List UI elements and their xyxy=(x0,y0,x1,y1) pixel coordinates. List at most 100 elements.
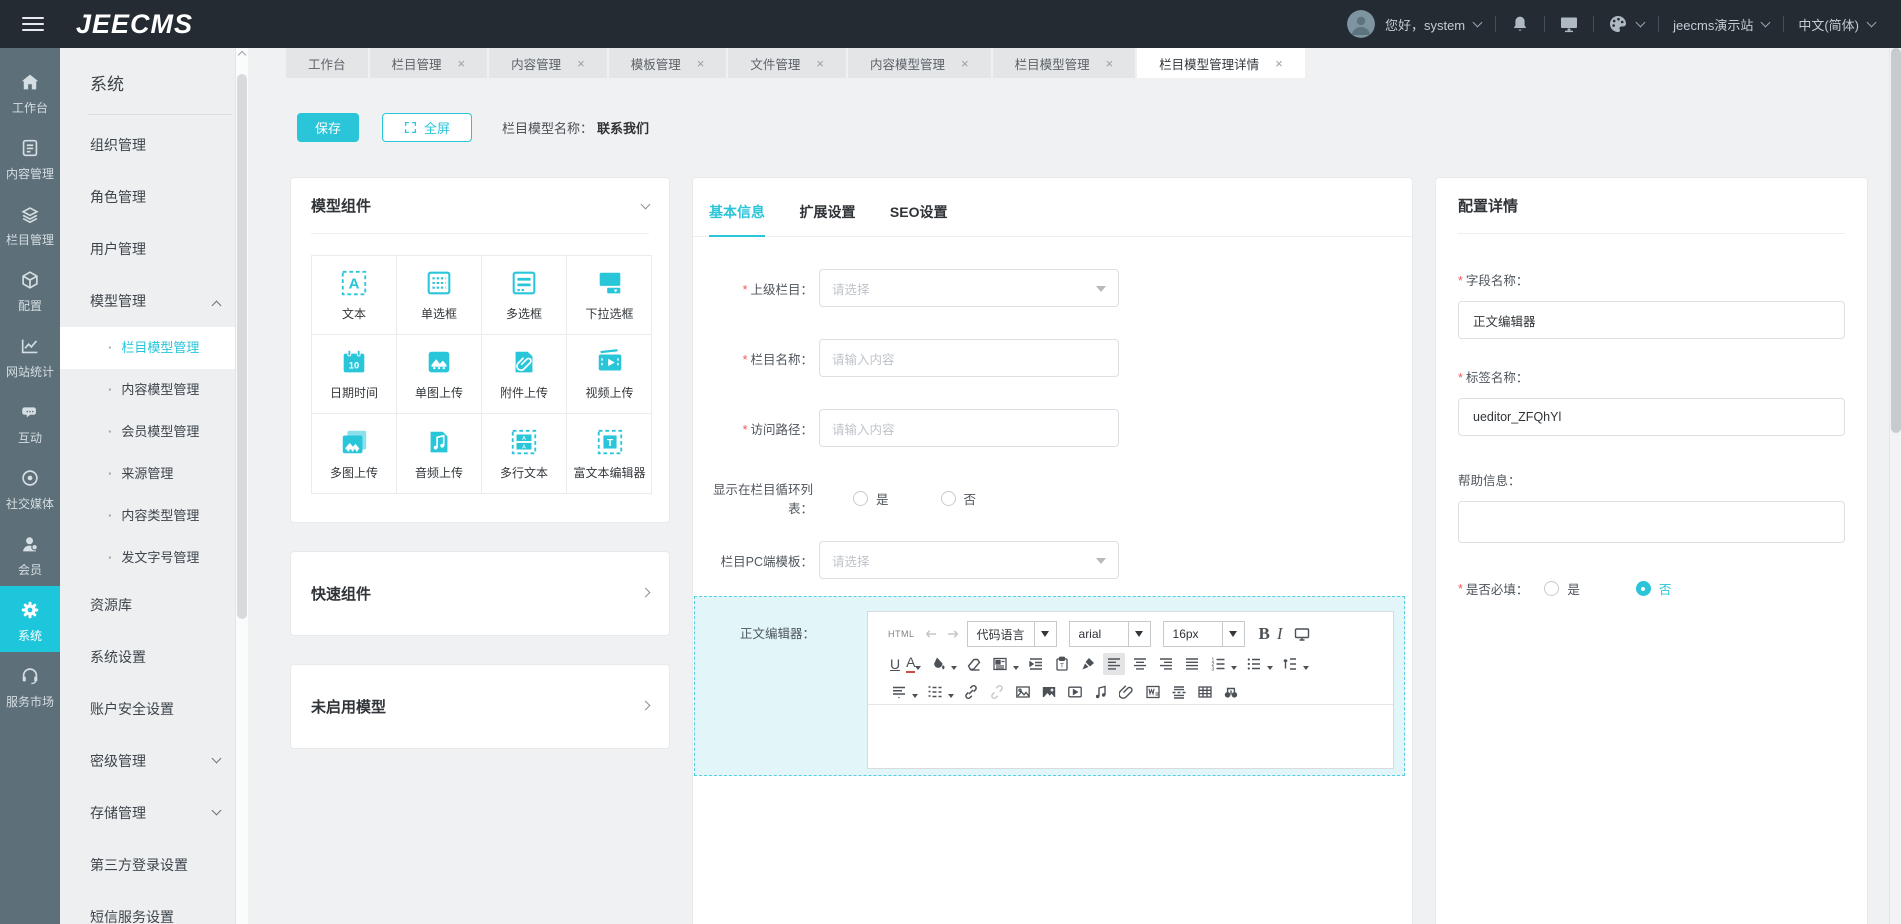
sidebar-item-content-model-mgmt[interactable]: ·内容模型管理 xyxy=(60,369,248,411)
scrollbar-thumb[interactable] xyxy=(1891,48,1901,433)
close-icon[interactable]: × xyxy=(577,57,585,70)
notifications-button[interactable] xyxy=(1510,14,1530,34)
document-layout-button[interactable] xyxy=(989,653,1011,675)
rail-item-service-market[interactable]: 服务市场 xyxy=(0,652,60,718)
sidebar-item-resource-library[interactable]: 资源库 xyxy=(60,579,248,631)
underline-button[interactable]: U xyxy=(890,656,900,672)
access-path-input[interactable]: 请输入内容 xyxy=(819,409,1119,447)
align-left-button[interactable] xyxy=(1103,653,1125,675)
insert-image-button[interactable] xyxy=(1012,681,1034,703)
sidebar-item-storage-mgmt[interactable]: 存储管理 xyxy=(60,787,248,839)
close-icon[interactable]: × xyxy=(961,57,969,70)
tag-name-input[interactable]: ueditor_ZFQhYl xyxy=(1458,398,1845,436)
rail-item-system[interactable]: 系统 xyxy=(0,586,60,652)
align-center-button[interactable] xyxy=(1129,653,1151,675)
component-audio-upload[interactable]: 音频上传 xyxy=(397,414,482,493)
menu-toggle-icon[interactable] xyxy=(22,17,44,31)
tab-extended-settings[interactable]: 扩展设置 xyxy=(799,202,855,237)
remove-link-button[interactable] xyxy=(986,681,1008,703)
insert-video-button[interactable] xyxy=(1064,681,1086,703)
field-name-input[interactable]: 正文编辑器 xyxy=(1458,301,1845,339)
indent-button[interactable] xyxy=(1025,653,1047,675)
redo-icon[interactable] xyxy=(945,626,961,642)
rail-item-workbench[interactable]: 工作台 xyxy=(0,58,60,124)
insert-attachment-button[interactable] xyxy=(1116,681,1138,703)
insert-table-button[interactable] xyxy=(1194,681,1216,703)
sidebar-item-account-security[interactable]: 账户安全设置 xyxy=(60,683,248,735)
format-brush-button[interactable] xyxy=(1077,653,1099,675)
rail-item-config[interactable]: 配置 xyxy=(0,256,60,322)
sidebar-item-system-settings[interactable]: 系统设置 xyxy=(60,631,248,683)
sidebar-item-doc-number-mgmt[interactable]: ·发文字号管理 xyxy=(60,537,248,579)
sidebar-item-third-party-login[interactable]: 第三方登录设置 xyxy=(60,839,248,891)
component-video-upload[interactable]: 视频上传 xyxy=(567,335,652,414)
sidebar-item-member-model-mgmt[interactable]: ·会员模型管理 xyxy=(60,411,248,453)
tab-channel-mgmt[interactable]: 栏目管理× xyxy=(370,48,488,78)
tab-channel-model-detail[interactable]: 栏目模型管理详情× xyxy=(1137,48,1305,78)
quick-components-panel[interactable]: 快速组件 xyxy=(290,551,670,636)
model-components-header[interactable]: 模型组件 xyxy=(311,178,649,233)
line-height-button[interactable] xyxy=(1279,653,1301,675)
loop-no-radio[interactable] xyxy=(941,491,956,506)
component-radio[interactable]: 单选框 xyxy=(397,256,482,335)
italic-button[interactable]: I xyxy=(1277,624,1283,644)
save-button[interactable]: 保存 xyxy=(297,113,359,142)
rail-item-interaction[interactable]: 互动 xyxy=(0,388,60,454)
unused-models-panel[interactable]: 未启用模型 xyxy=(290,664,670,749)
site-preview-button[interactable] xyxy=(1559,14,1579,34)
help-info-input[interactable] xyxy=(1458,501,1845,543)
site-selector[interactable]: jeecms演示站 xyxy=(1673,15,1769,34)
sidebar-item-role-mgmt[interactable]: 角色管理 xyxy=(60,171,248,223)
editor-content-area[interactable] xyxy=(868,704,1393,768)
tab-basic-info[interactable]: 基本信息 xyxy=(709,202,765,237)
close-icon[interactable]: × xyxy=(1106,57,1114,70)
component-multi-image-upload[interactable]: 多图上传 xyxy=(312,414,397,493)
rail-item-social-media[interactable]: 社交媒体 xyxy=(0,454,60,520)
preview-button[interactable] xyxy=(1291,623,1313,645)
sidebar-item-model-mgmt[interactable]: 模型管理 xyxy=(60,275,248,327)
insert-link-button[interactable] xyxy=(960,681,982,703)
channel-name-input[interactable]: 请输入内容 xyxy=(819,339,1119,377)
insert-audio-button[interactable] xyxy=(1090,681,1112,703)
scroll-up-icon[interactable] xyxy=(238,51,246,59)
component-text[interactable]: A 文本 xyxy=(312,256,397,335)
user-menu[interactable]: 您好，system xyxy=(1385,15,1481,34)
tab-content-mgmt[interactable]: 内容管理× xyxy=(489,48,607,78)
sidebar-item-source-mgmt[interactable]: ·来源管理 xyxy=(60,453,248,495)
html-source-button[interactable]: HTML xyxy=(888,629,915,639)
tab-workbench[interactable]: 工作台 xyxy=(286,48,368,78)
eraser-button[interactable] xyxy=(963,653,985,675)
avatar[interactable] xyxy=(1347,10,1375,38)
tab-template-mgmt[interactable]: 模板管理× xyxy=(609,48,727,78)
sidebar-item-org-mgmt[interactable]: 组织管理 xyxy=(60,119,248,171)
align-justify-button[interactable] xyxy=(1181,653,1203,675)
required-no-radio[interactable] xyxy=(1636,581,1651,596)
paragraph-format-button[interactable] xyxy=(888,681,910,703)
fullscreen-button[interactable]: 全屏 xyxy=(382,113,472,142)
pc-template-select[interactable]: 请选择 xyxy=(819,541,1119,579)
rail-item-content-mgmt[interactable]: 内容管理 xyxy=(0,124,60,190)
component-attachment-upload[interactable]: 附件上传 xyxy=(482,335,567,414)
component-checkbox[interactable]: 多选框 xyxy=(482,256,567,335)
component-rich-editor[interactable]: T 富文本编辑器 xyxy=(567,414,652,493)
bold-button[interactable]: B xyxy=(1259,624,1270,644)
background-color-button[interactable] xyxy=(927,653,949,675)
sidebar-item-user-mgmt[interactable]: 用户管理 xyxy=(60,223,248,275)
loop-yes-radio[interactable] xyxy=(853,491,868,506)
sidebar-item-content-type-mgmt[interactable]: ·内容类型管理 xyxy=(60,495,248,537)
sidebar-item-security-level[interactable]: 密级管理 xyxy=(60,735,248,787)
sidebar-item-channel-model-mgmt[interactable]: ·栏目模型管理 xyxy=(60,327,248,369)
component-image-upload[interactable]: 单图上传 xyxy=(397,335,482,414)
rail-item-member[interactable]: 会员 xyxy=(0,520,60,586)
rail-item-channel-mgmt[interactable]: 栏目管理 xyxy=(0,190,60,256)
search-replace-button[interactable] xyxy=(1220,681,1242,703)
close-icon[interactable]: × xyxy=(697,57,705,70)
font-family-select[interactable]: arial xyxy=(1069,621,1151,647)
paste-button[interactable]: T xyxy=(1051,653,1073,675)
component-textarea[interactable]: AA 多行文本 xyxy=(482,414,567,493)
required-yes-radio[interactable] xyxy=(1544,581,1559,596)
page-scrollbar[interactable] xyxy=(1889,48,1901,924)
parent-channel-select[interactable]: 请选择 xyxy=(819,269,1119,307)
undo-icon[interactable] xyxy=(923,626,939,642)
word-image-button[interactable] xyxy=(1142,681,1164,703)
